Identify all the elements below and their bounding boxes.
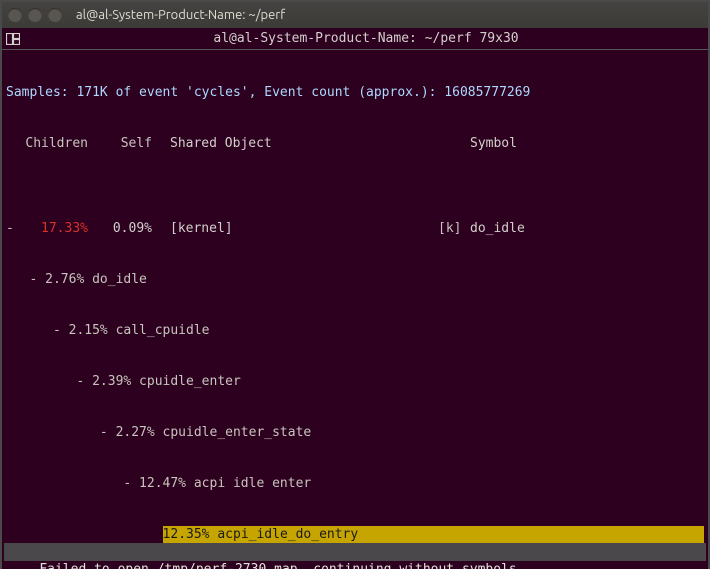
maximize-icon[interactable] xyxy=(48,8,62,22)
terminal-window: al@al-System-Product-Name: ~/perf al@al-… xyxy=(0,0,710,569)
col-children: Children xyxy=(20,135,88,152)
highlighted-entry: 12.35% acpi_idle_do_entry xyxy=(163,526,704,543)
shared-object: [kernel] xyxy=(170,220,438,237)
minimize-icon[interactable] xyxy=(28,8,42,22)
tree-line[interactable]: - 2.27% cpuidle_enter_state xyxy=(6,424,704,441)
tree-line[interactable]: - 2.76% do_idle xyxy=(6,271,704,288)
symbol-tag: [k] xyxy=(438,220,470,237)
col-shared-object: Shared Object xyxy=(170,135,438,152)
tree-line[interactable]: - 2.39% cpuidle_enter xyxy=(6,373,704,390)
close-icon[interactable] xyxy=(8,8,22,22)
tmux-title: al@al-System-Product-Name: ~/perf 79x30 xyxy=(24,31,708,46)
pane-layout-icon[interactable] xyxy=(2,29,24,49)
table-row[interactable]: -17.33%0.09% [kernel][k]do_idle xyxy=(6,220,704,237)
window-titlebar[interactable]: al@al-System-Product-Name: ~/perf xyxy=(2,2,708,28)
col-symbol: Symbol xyxy=(470,135,517,152)
children-pct: 17.33% xyxy=(20,220,88,237)
tree-line-highlighted[interactable]: 12.35% acpi_idle_do_entry xyxy=(6,526,704,543)
expand-toggle[interactable]: - xyxy=(6,220,20,237)
tmux-status-bar: al@al-System-Product-Name: ~/perf 79x30 xyxy=(2,28,708,50)
column-headers: ChildrenSelf Shared Object Symbol xyxy=(6,135,704,152)
tree-line[interactable]: - 2.15% call_cpuidle xyxy=(6,322,704,339)
window-title: al@al-System-Product-Name: ~/perf xyxy=(76,8,285,22)
tree-line[interactable]: - 12.47% acpi idle enter xyxy=(6,475,704,492)
samples-header: Samples: 171K of event 'cycles', Event c… xyxy=(6,84,704,101)
status-message: Failed to open /tmp/perf-2730.map, conti… xyxy=(4,543,706,561)
terminal-body[interactable]: Samples: 171K of event 'cycles', Event c… xyxy=(2,50,708,569)
col-self: Self xyxy=(88,135,152,152)
symbol: do_idle xyxy=(470,220,525,237)
self-pct: 0.09% xyxy=(88,220,152,237)
